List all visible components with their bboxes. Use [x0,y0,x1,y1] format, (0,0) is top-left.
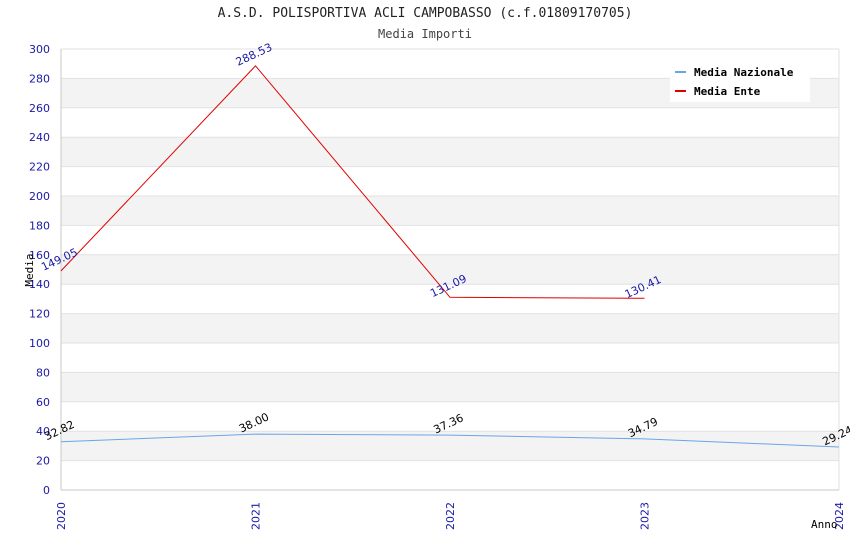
y-tick-label: 120 [29,308,50,321]
x-tick-label: 2021 [250,502,263,530]
x-tick-label: 2023 [639,502,652,530]
data-label: 288.53 [234,41,274,69]
grid-band [61,372,839,402]
y-tick-label: 240 [29,131,50,144]
legend: Media Nazionale Media Ente [670,60,810,102]
grid-band [61,431,839,461]
y-axis-title: Media [23,253,36,286]
y-tick-label: 300 [29,43,50,56]
legend-label: Media Ente [694,85,761,98]
y-tick-label: 20 [36,455,50,468]
grid-band [61,196,839,226]
y-tick-label: 100 [29,337,50,350]
x-tick-label: 2020 [55,502,68,530]
legend-label: Media Nazionale [694,66,794,79]
grid-band [61,137,839,167]
y-tick-label: 60 [36,396,50,409]
y-tick-label: 220 [29,161,50,174]
y-tick-label: 280 [29,72,50,85]
line-chart: 0204060801001201401601802002202402602803… [23,41,850,531]
y-tick-label: 200 [29,190,50,203]
grid-band [61,313,839,343]
x-axis-title: Anno [811,518,838,531]
x-tick-label: 2022 [444,502,457,530]
grid-bands [61,78,839,461]
y-tick-label: 0 [43,484,50,497]
x-tick-labels: 2020 2021 2022 2023 2024 [55,502,846,530]
y-tick-label: 180 [29,219,50,232]
y-tick-label: 260 [29,102,50,115]
y-tick-label: 80 [36,366,50,379]
